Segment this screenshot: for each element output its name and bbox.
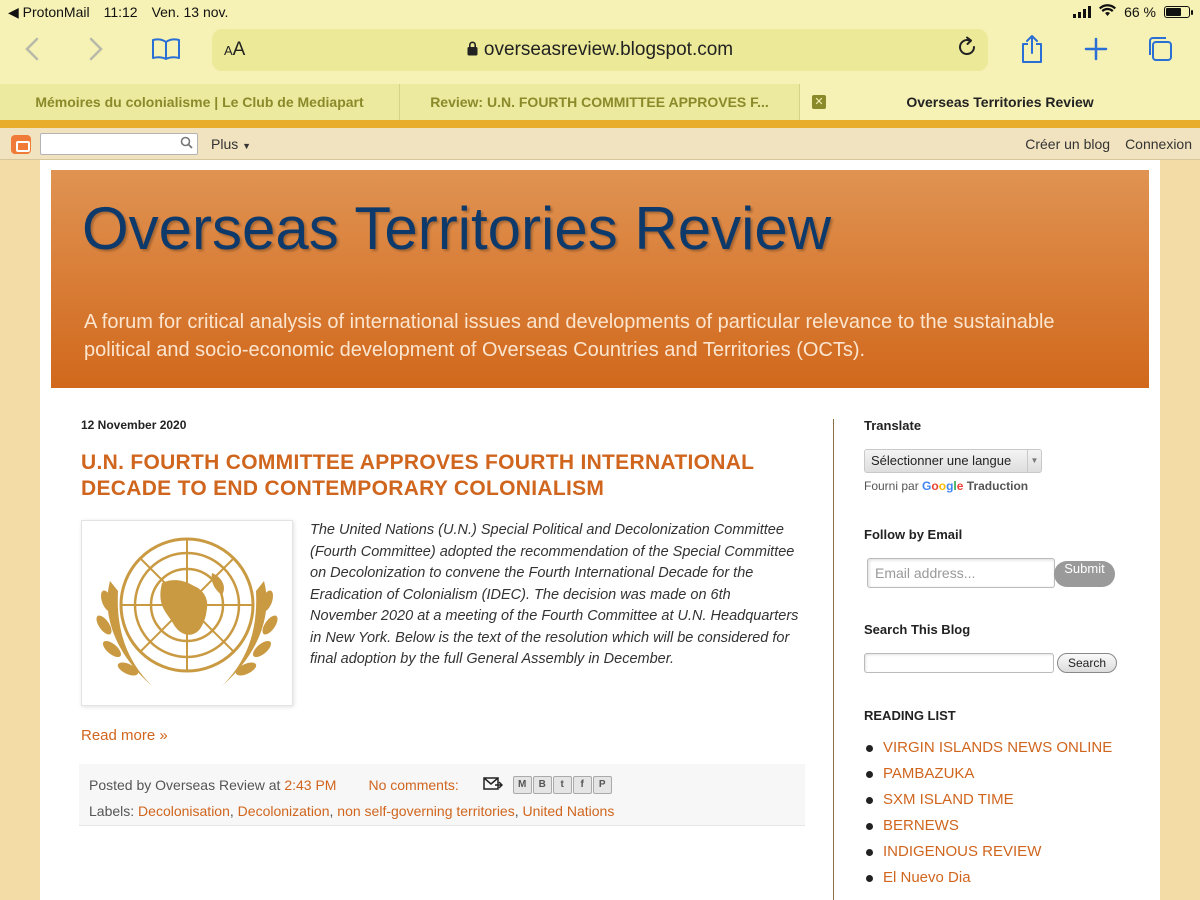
post-footer: Posted by Overseas Review at 2:43 PM No … [79,764,805,826]
share-facebook-icon[interactable]: f [572,775,592,794]
tab-review[interactable]: Review: U.N. FOURTH COMMITTEE APPROVES F… [400,84,800,120]
blog-description: A forum for critical analysis of interna… [84,311,1055,361]
cellular-signal-icon [1073,6,1092,18]
comments-link[interactable]: No comments: [368,777,458,793]
blogger-navbar: Plus ▼ Créer un blog Connexion [0,128,1200,160]
read-more-link[interactable]: Read more » [81,727,806,744]
bookmarks-button[interactable] [150,32,182,66]
tab-title: Mémoires du colonialisme | Le Club de Me… [35,94,364,110]
create-blog-link[interactable]: Créer un blog [1025,136,1110,152]
sign-in-link[interactable]: Connexion [1125,136,1192,152]
label-link[interactable]: United Nations [523,803,615,819]
reading-list: VIRGIN ISLANDS NEWS ONLINE PAMBAZUKA SXM… [864,739,1134,895]
chevron-right-icon [89,37,103,61]
reading-list-item[interactable]: SXM ISLAND TIME [864,791,1134,817]
search-blog-title: Search This Blog [864,622,971,637]
reload-button[interactable] [956,36,978,64]
share-email-icon[interactable]: M [512,775,532,794]
reading-list-item[interactable]: INDIGENOUS REVIEW [864,843,1134,869]
tab-overview-button[interactable] [1145,32,1175,66]
tab-title: Overseas Territories Review [906,94,1094,110]
reload-icon [959,36,976,56]
search-icon[interactable] [180,136,193,152]
select-arrow-icon: ▼ [1027,450,1041,472]
chevron-left-icon [25,37,39,61]
share-icon [1022,35,1042,63]
language-select[interactable]: Sélectionner une langue ▼ [864,449,1042,473]
author-name: Overseas Review [155,776,265,793]
lock-icon [467,41,478,56]
status-time: 11:12 [103,4,138,20]
blogger-logo-icon[interactable] [11,135,31,154]
un-emblem-image[interactable] [81,520,293,706]
address-bar[interactable]: AA overseasreview.blogspot.com [212,29,988,71]
un-emblem-icon [96,537,278,686]
blog-page: Overseas Territories Review A forum for … [40,160,1160,900]
google-logo-icon[interactable]: Google [922,479,963,493]
reading-list-item[interactable]: VIRGIN ISLANDS NEWS ONLINE [864,739,1134,765]
main-column: 12 November 2020 U.N. FOURTH COMMITTEE A… [79,418,806,826]
column-divider [833,419,834,900]
search-button[interactable]: Search [1057,653,1117,673]
share-twitter-icon[interactable]: t [552,775,572,794]
at-label: at [268,776,281,793]
reading-list-title: READING LIST [864,708,956,723]
share-pinterest-icon[interactable]: P [592,775,612,794]
tab-title: Review: U.N. FOURTH COMMITTEE APPROVES F… [430,94,769,110]
translate-title: Translate [864,418,922,433]
browser-chrome: ◀ ProtonMail 11:12 Ven. 13 nov. 66 % AA … [0,0,1200,84]
label-link[interactable]: Decolonisation [138,803,230,819]
plus-icon [1084,37,1108,61]
blog-search-input[interactable] [864,653,1054,673]
translate-link[interactable]: Traduction [967,479,1028,493]
posted-by-label: Posted by [89,776,152,793]
sidebar: Translate Sélectionner une langue ▼ Four… [864,418,1134,895]
email-post-icon[interactable] [482,775,503,794]
more-menu[interactable]: Plus ▼ [211,136,251,152]
powered-by-google: Fourni par Google Traduction [864,479,1029,493]
submit-button[interactable]: Submit [1054,561,1115,587]
post-body: The United Nations (U.N.) Special Politi… [81,520,806,715]
wifi-icon [1099,4,1117,20]
status-date: Ven. 13 nov. [151,4,229,20]
reading-list-item[interactable]: BERNEWS [864,817,1134,843]
new-tab-button[interactable] [1082,32,1110,66]
label-link[interactable]: non self-governing territories [337,803,514,819]
caret-down-icon: ▼ [242,141,252,151]
forward-button[interactable] [84,32,108,66]
book-icon [152,38,180,60]
follow-email-title: Follow by Email [864,527,963,542]
post-excerpt: The United Nations (U.N.) Special Politi… [310,522,799,667]
reading-list-item[interactable]: El Nuevo Dia [864,869,1134,895]
tab-bar: Mémoires du colonialisme | Le Club de Me… [0,84,1200,120]
share-blogger-icon[interactable]: B [532,775,552,794]
labels-prefix: Labels: [89,803,135,819]
close-tab-icon[interactable]: ✕ [812,95,826,109]
reading-list-item[interactable]: PAMBAZUKA [864,765,1134,791]
back-button[interactable] [20,32,44,66]
share-buttons: M B t f P [512,775,612,794]
battery-icon [1164,6,1193,18]
email-field[interactable]: Email address... [867,558,1055,588]
navbar-search-input[interactable] [40,133,198,155]
blog-header: Overseas Territories Review A forum for … [51,170,1149,388]
tab-accent-bar [0,120,1200,128]
url-text[interactable]: overseasreview.blogspot.com [212,39,988,61]
tab-overseas-review[interactable]: ✕ Overseas Territories Review [800,84,1200,120]
back-to-app-link[interactable]: ◀ ProtonMail [8,4,90,21]
battery-percent: 66 % [1124,4,1156,20]
share-button[interactable] [1018,32,1046,66]
post-title[interactable]: U.N. FOURTH COMMITTEE APPROVES FOURTH IN… [81,450,806,502]
label-link[interactable]: Decolonization [238,803,330,819]
tabs-icon [1149,37,1172,61]
blog-title[interactable]: Overseas Territories Review [82,194,831,263]
post-time-link[interactable]: 2:43 PM [284,777,336,793]
tab-mediapart[interactable]: Mémoires du colonialisme | Le Club de Me… [0,84,400,120]
post-date: 12 November 2020 [81,418,187,432]
status-bar: ◀ ProtonMail 11:12 Ven. 13 nov. 66 % [0,0,1200,24]
